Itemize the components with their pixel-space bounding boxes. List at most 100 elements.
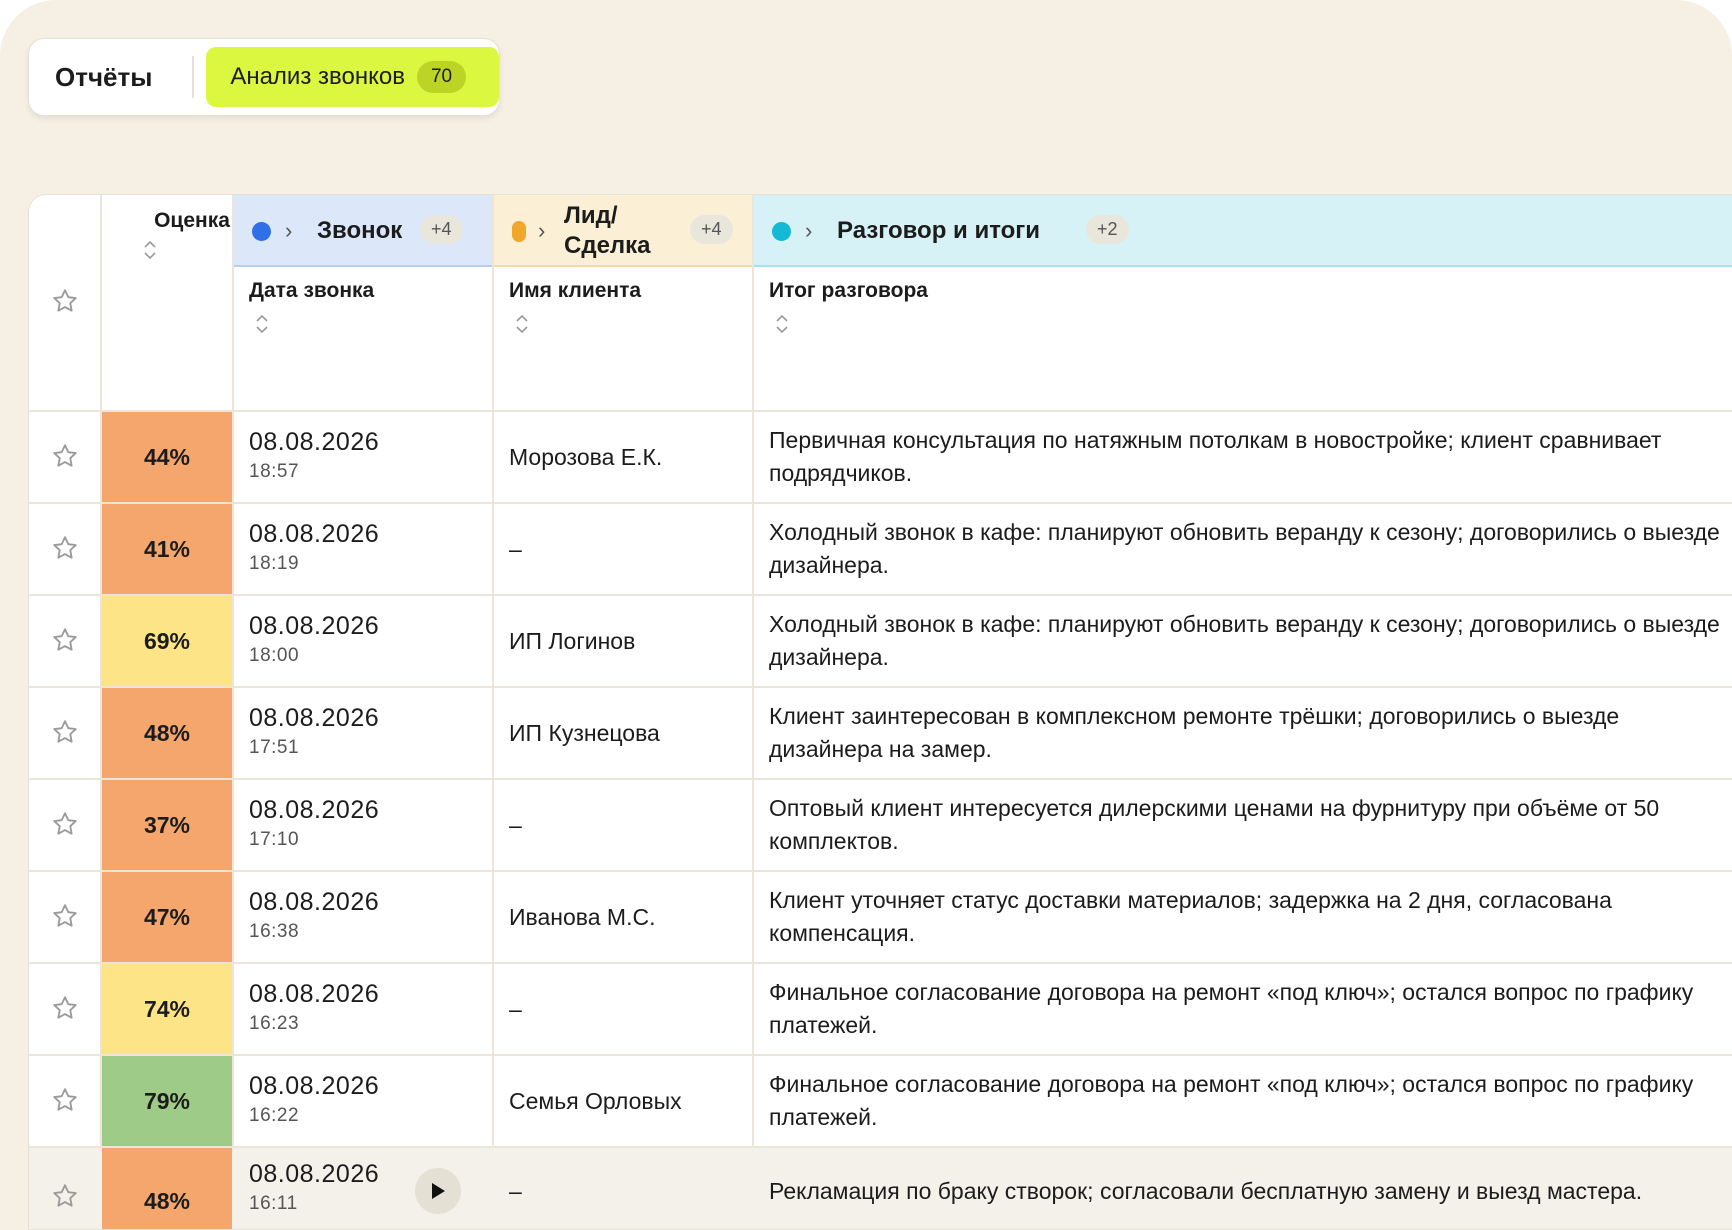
score-cell: 69% (102, 596, 232, 686)
call-date: 08.08.2026 (249, 428, 380, 456)
date-column-header[interactable]: Дата звонка (249, 279, 374, 303)
play-icon (432, 1183, 445, 1199)
score-cell: 48% (102, 1148, 232, 1229)
score-header-label: Оценка (154, 209, 230, 232)
score-cell: 44% (102, 412, 232, 502)
table-row[interactable]: 37% 08.08.2026 17:10 – Оптовый клиент ин… (29, 780, 1732, 872)
tab-reports[interactable]: Отчёты (29, 62, 178, 93)
client-name[interactable]: – (509, 1148, 522, 1229)
client-column-header[interactable]: Имя клиента (509, 279, 641, 303)
call-date: 08.08.2026 (249, 1160, 380, 1188)
sort-icon[interactable] (255, 313, 269, 340)
client-name[interactable]: – (509, 780, 522, 870)
score-cell: 48% (102, 688, 232, 778)
client-name[interactable]: – (509, 964, 522, 1054)
table-row[interactable]: 48% 08.08.2026 16:11 – Рекламация по бра… (29, 1148, 1732, 1229)
table-row[interactable]: 41% 08.08.2026 18:19 – Холодный звонок в… (29, 504, 1732, 596)
star-icon[interactable] (51, 1182, 79, 1215)
chevron-right-icon: › (805, 218, 813, 243)
client-name[interactable]: – (509, 504, 522, 594)
date-cell: 08.08.2026 18:00 (249, 612, 379, 667)
table-row[interactable]: 69% 08.08.2026 18:00 ИП Логинов Холодный… (29, 596, 1732, 688)
date-cell: 08.08.2026 18:19 (249, 520, 379, 575)
date-cell: 08.08.2026 16:38 (249, 888, 379, 943)
tab-divider (192, 56, 195, 98)
score-cell: 37% (102, 780, 232, 870)
star-icon[interactable] (51, 534, 79, 567)
table-row[interactable]: 44% 08.08.2026 18:57 Морозова Е.К. Перви… (29, 412, 1732, 504)
star-icon[interactable] (51, 626, 79, 659)
call-time: 17:51 (249, 737, 300, 758)
chevron-right-icon: › (285, 218, 293, 243)
call-summary: Первичная консультация по натяжным потол… (769, 427, 1662, 486)
table-row[interactable]: 48% 08.08.2026 17:51 ИП Кузнецова Клиент… (29, 688, 1732, 780)
tab-count-badge: 70 (416, 61, 467, 93)
table-row[interactable]: 79% 08.08.2026 16:22 Семья Орловых Финал… (29, 1056, 1732, 1148)
date-cell: 08.08.2026 16:11 (249, 1160, 379, 1215)
group-lead-title: Лид/ Сделка (564, 201, 651, 261)
call-time: 18:57 (249, 461, 300, 482)
sort-icon[interactable] (515, 313, 529, 340)
star-icon[interactable] (51, 442, 79, 475)
group-call-more-badge[interactable]: +4 (420, 215, 463, 244)
group-call-title: Звонок (317, 217, 403, 244)
call-time: 18:19 (249, 553, 300, 574)
call-date: 08.08.2026 (249, 520, 380, 548)
call-time: 18:00 (249, 645, 300, 666)
play-recording-button[interactable] (415, 1168, 461, 1214)
date-cell: 08.08.2026 18:57 (249, 428, 379, 483)
date-cell: 08.08.2026 17:10 (249, 796, 379, 851)
star-icon[interactable] (51, 994, 79, 1027)
call-summary: Финальное согласование договора на ремон… (769, 1071, 1694, 1130)
group-talk[interactable]: › Разговор и итоги +2 (754, 195, 1732, 267)
client-name[interactable]: ИП Логинов (509, 596, 635, 686)
group-lead-title-line1: Лид/ (564, 202, 618, 229)
group-lead-title-line2: Сделка (564, 232, 651, 259)
score-column-header[interactable]: Оценка (125, 209, 259, 267)
call-date: 08.08.2026 (249, 612, 380, 640)
group-lead-more-badge[interactable]: +4 (690, 215, 733, 244)
star-icon[interactable] (51, 287, 79, 320)
group-lead[interactable]: › Лид/ Сделка +4 (494, 195, 752, 267)
client-name[interactable]: ИП Кузнецова (509, 688, 660, 778)
chevron-right-icon: › (538, 218, 546, 243)
star-icon[interactable] (51, 718, 79, 751)
call-time: 17:10 (249, 829, 300, 850)
table-row[interactable]: 74% 08.08.2026 16:23 – Финальное согласо… (29, 964, 1732, 1056)
group-talk-title: Разговор и итоги (837, 217, 1041, 244)
table-row[interactable]: 47% 08.08.2026 16:38 Иванова М.С. Клиент… (29, 872, 1732, 964)
group-lead-dot-icon (512, 220, 526, 242)
call-date: 08.08.2026 (249, 796, 380, 824)
call-time: 16:38 (249, 921, 300, 942)
date-cell: 08.08.2026 16:23 (249, 980, 379, 1035)
call-time: 16:23 (249, 1013, 300, 1034)
report-tabs: Отчёты Анализ звонков 70 (28, 38, 500, 116)
star-icon[interactable] (51, 810, 79, 843)
group-talk-dot-icon (772, 221, 791, 241)
call-date: 08.08.2026 (249, 1072, 380, 1100)
sort-icon[interactable] (775, 313, 789, 340)
tab-call-analysis-label: Анализ звонков (230, 63, 405, 90)
score-cell: 47% (102, 872, 232, 962)
client-name[interactable]: Морозова Е.К. (509, 412, 662, 502)
call-summary: Рекламация по браку створок; согласовали… (769, 1177, 1643, 1204)
call-summary: Финальное согласование договора на ремон… (769, 979, 1694, 1038)
star-icon[interactable] (51, 902, 79, 935)
group-call[interactable]: › Звонок +4 (234, 195, 492, 267)
call-summary: Холодный звонок в кафе: планируют обнови… (769, 519, 1720, 578)
client-name[interactable]: Иванова М.С. (509, 872, 655, 962)
call-summary: Клиент уточняет статус доставки материал… (769, 887, 1612, 946)
group-talk-more-badge[interactable]: +2 (1086, 215, 1129, 244)
score-cell: 41% (102, 504, 232, 594)
app-canvas: Отчёты Анализ звонков 70 › Звонок +4 › Л… (0, 0, 1732, 1230)
sort-icon[interactable] (125, 239, 259, 267)
tab-call-analysis[interactable]: Анализ звонков 70 (206, 47, 499, 107)
star-icon[interactable] (51, 1086, 79, 1119)
summary-column-header[interactable]: Итог разговора (769, 279, 928, 303)
call-summary: Оптовый клиент интересуется дилерскими ц… (769, 795, 1660, 854)
call-summary: Клиент заинтересован в комплексном ремон… (769, 703, 1620, 762)
call-date: 08.08.2026 (249, 704, 380, 732)
call-time: 16:11 (249, 1193, 298, 1214)
client-name[interactable]: Семья Орловых (509, 1056, 682, 1146)
group-talk-underline (754, 265, 1732, 267)
